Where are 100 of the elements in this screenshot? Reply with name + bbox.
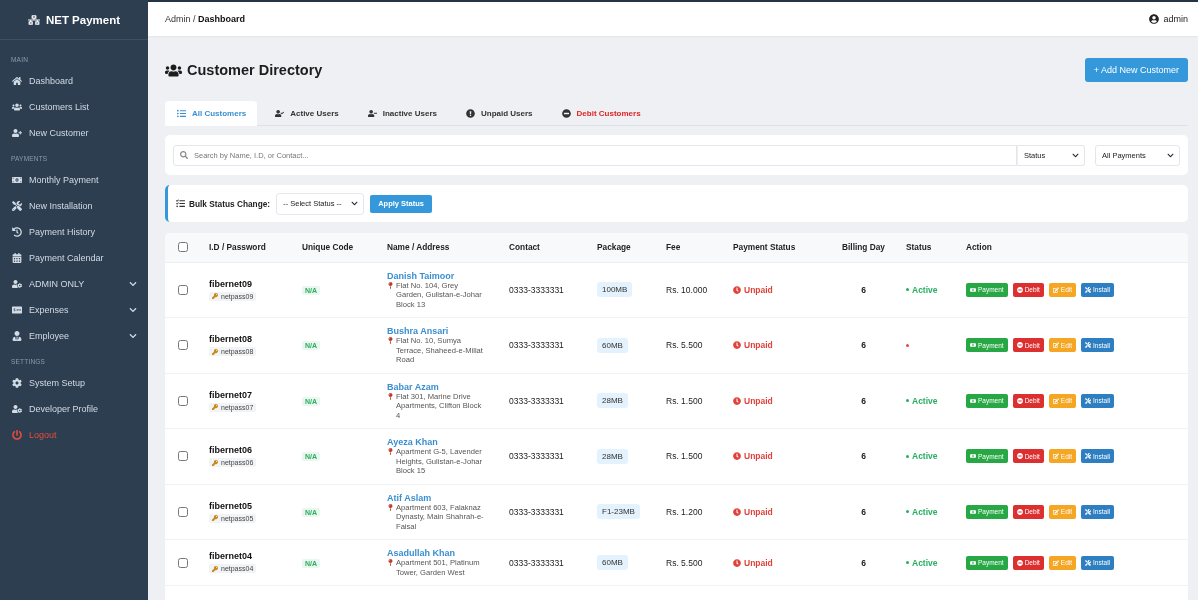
sidebar-item[interactable]: Customers List bbox=[0, 94, 148, 120]
sidebar-item[interactable]: Payment History bbox=[0, 219, 148, 245]
column-header: Name / Address bbox=[378, 233, 500, 262]
payment-status: Unpaid bbox=[744, 506, 773, 517]
key-icon bbox=[212, 459, 218, 466]
payment-status: Unpaid bbox=[744, 284, 773, 295]
money-bill-icon bbox=[970, 453, 976, 460]
row-checkbox[interactable] bbox=[178, 395, 188, 406]
customer-name-link[interactable]: Bushra Ansari bbox=[387, 326, 449, 336]
user-gear-icon bbox=[12, 404, 22, 414]
table-cell: 6 bbox=[830, 262, 897, 318]
sidebar-item[interactable]: New Installation bbox=[0, 193, 148, 219]
user-check-icon bbox=[275, 109, 285, 118]
package-badge: 100MB bbox=[597, 282, 633, 298]
package-badge: 60MB bbox=[597, 337, 628, 353]
tools-icon bbox=[12, 201, 22, 211]
sidebar-item[interactable]: Employee bbox=[0, 323, 148, 349]
customer-id: fibernet09 bbox=[209, 278, 253, 289]
sidebar-item[interactable]: System Setup bbox=[0, 370, 148, 396]
table-cell: Rs. 1.200 bbox=[657, 484, 724, 540]
table-cell: 6 bbox=[830, 428, 897, 484]
table-cell: 0333-3333331 bbox=[500, 317, 588, 373]
breadcrumb: Admin / Dashboard bbox=[165, 14, 246, 24]
column-header: I.D / Password bbox=[200, 233, 293, 262]
status-text: Active bbox=[912, 557, 938, 568]
tools-icon bbox=[1085, 508, 1092, 515]
package-badge: 60MB bbox=[597, 555, 628, 570]
customer-name-link[interactable]: Babar Azam bbox=[387, 381, 439, 392]
customer-id: fibernet05 bbox=[209, 500, 253, 511]
list-icon bbox=[177, 109, 186, 118]
money-bill-icon bbox=[970, 559, 976, 566]
exclamation-icon bbox=[466, 109, 475, 118]
map-pin-icon bbox=[387, 281, 394, 289]
chevron-icon bbox=[129, 332, 137, 340]
package-badge: F1-23MB bbox=[597, 504, 640, 520]
row-checkbox[interactable] bbox=[178, 557, 188, 568]
row-checkbox[interactable] bbox=[178, 284, 188, 295]
network-icon bbox=[27, 13, 40, 26]
settings-icon bbox=[12, 378, 22, 388]
add-customer-button[interactable]: + Add New Customer bbox=[1084, 58, 1188, 82]
sidebar-item[interactable]: Logout bbox=[0, 422, 148, 448]
tab[interactable]: All Customers bbox=[165, 101, 258, 126]
customer-name-link[interactable]: Atif Aslam bbox=[387, 492, 432, 503]
customer-name-link[interactable]: Ayeza Khan bbox=[387, 437, 438, 447]
money-bill-icon bbox=[12, 175, 22, 185]
status-text: Active bbox=[912, 506, 938, 517]
sidebar-item[interactable]: Developer Profile bbox=[0, 396, 148, 422]
status-text: Active bbox=[912, 451, 938, 462]
clock-icon bbox=[733, 396, 741, 405]
key-icon bbox=[212, 515, 218, 521]
money-bill-icon bbox=[970, 342, 976, 349]
bulk-status-label: Bulk Status Change: bbox=[189, 198, 271, 209]
edit-icon bbox=[1052, 397, 1059, 404]
customer-id: fibernet04 bbox=[209, 551, 253, 562]
sidebar-item[interactable]: Dashboard bbox=[0, 68, 148, 94]
clock-icon bbox=[733, 452, 741, 461]
money-bill-icon bbox=[970, 508, 976, 515]
column-header: Payment Status bbox=[724, 233, 830, 262]
table-cell: 6 bbox=[830, 373, 897, 429]
clock-icon bbox=[733, 285, 741, 294]
customer-id: fibernet06 bbox=[209, 445, 253, 455]
sidebar-item[interactable]: New Customer bbox=[0, 120, 148, 146]
sidebar-item[interactable]: Expenses bbox=[0, 297, 148, 323]
column-header: Contact bbox=[500, 233, 588, 262]
table-cell: Rs. 10.000 bbox=[657, 262, 724, 318]
row-checkbox[interactable] bbox=[178, 340, 188, 351]
tab[interactable]: Debit Customers bbox=[549, 101, 652, 126]
tab[interactable]: Inactive Users bbox=[355, 101, 448, 126]
page-title: Customer Directory bbox=[187, 62, 323, 78]
tools-icon bbox=[1085, 342, 1092, 349]
user-minus-icon bbox=[367, 109, 377, 118]
table-cell: Rs. 1.500 bbox=[657, 373, 724, 429]
row-checkbox[interactable] bbox=[178, 451, 188, 462]
users-icon bbox=[12, 102, 22, 112]
tasks-icon bbox=[176, 199, 185, 208]
tools-icon bbox=[1085, 397, 1092, 404]
customer-id: fibernet08 bbox=[209, 334, 253, 344]
table-cell: Rs. 1.500 bbox=[657, 428, 724, 484]
row-checkbox[interactable] bbox=[178, 506, 188, 517]
status-text: Active bbox=[912, 395, 938, 406]
customer-name-link[interactable]: Asadullah Khan bbox=[387, 548, 455, 558]
chevron-icon bbox=[129, 306, 137, 314]
customer-name-link[interactable]: Danish Taimoor bbox=[387, 270, 455, 281]
user-name[interactable]: admin bbox=[1163, 14, 1188, 24]
clock-icon bbox=[733, 507, 741, 516]
user-icon bbox=[1149, 14, 1160, 24]
table-cell: 6 bbox=[830, 484, 897, 540]
history-icon bbox=[12, 227, 22, 237]
table-cell: 0333-3333331 bbox=[500, 262, 588, 318]
key-icon bbox=[212, 565, 218, 572]
edit-icon bbox=[1052, 342, 1059, 349]
column-header: Package bbox=[588, 233, 657, 262]
select-all-checkbox[interactable] bbox=[178, 242, 188, 253]
tab[interactable]: Unpaid Users bbox=[454, 101, 544, 126]
tools-icon bbox=[1085, 453, 1092, 460]
sidebar-item[interactable]: Monthly Payment bbox=[0, 167, 148, 193]
sidebar-item[interactable]: Payment Calendar bbox=[0, 245, 148, 271]
sidebar-item[interactable]: ADMIN ONLY bbox=[0, 271, 148, 297]
tab[interactable]: Active Users bbox=[263, 101, 350, 126]
column-header: Fee bbox=[657, 233, 724, 262]
